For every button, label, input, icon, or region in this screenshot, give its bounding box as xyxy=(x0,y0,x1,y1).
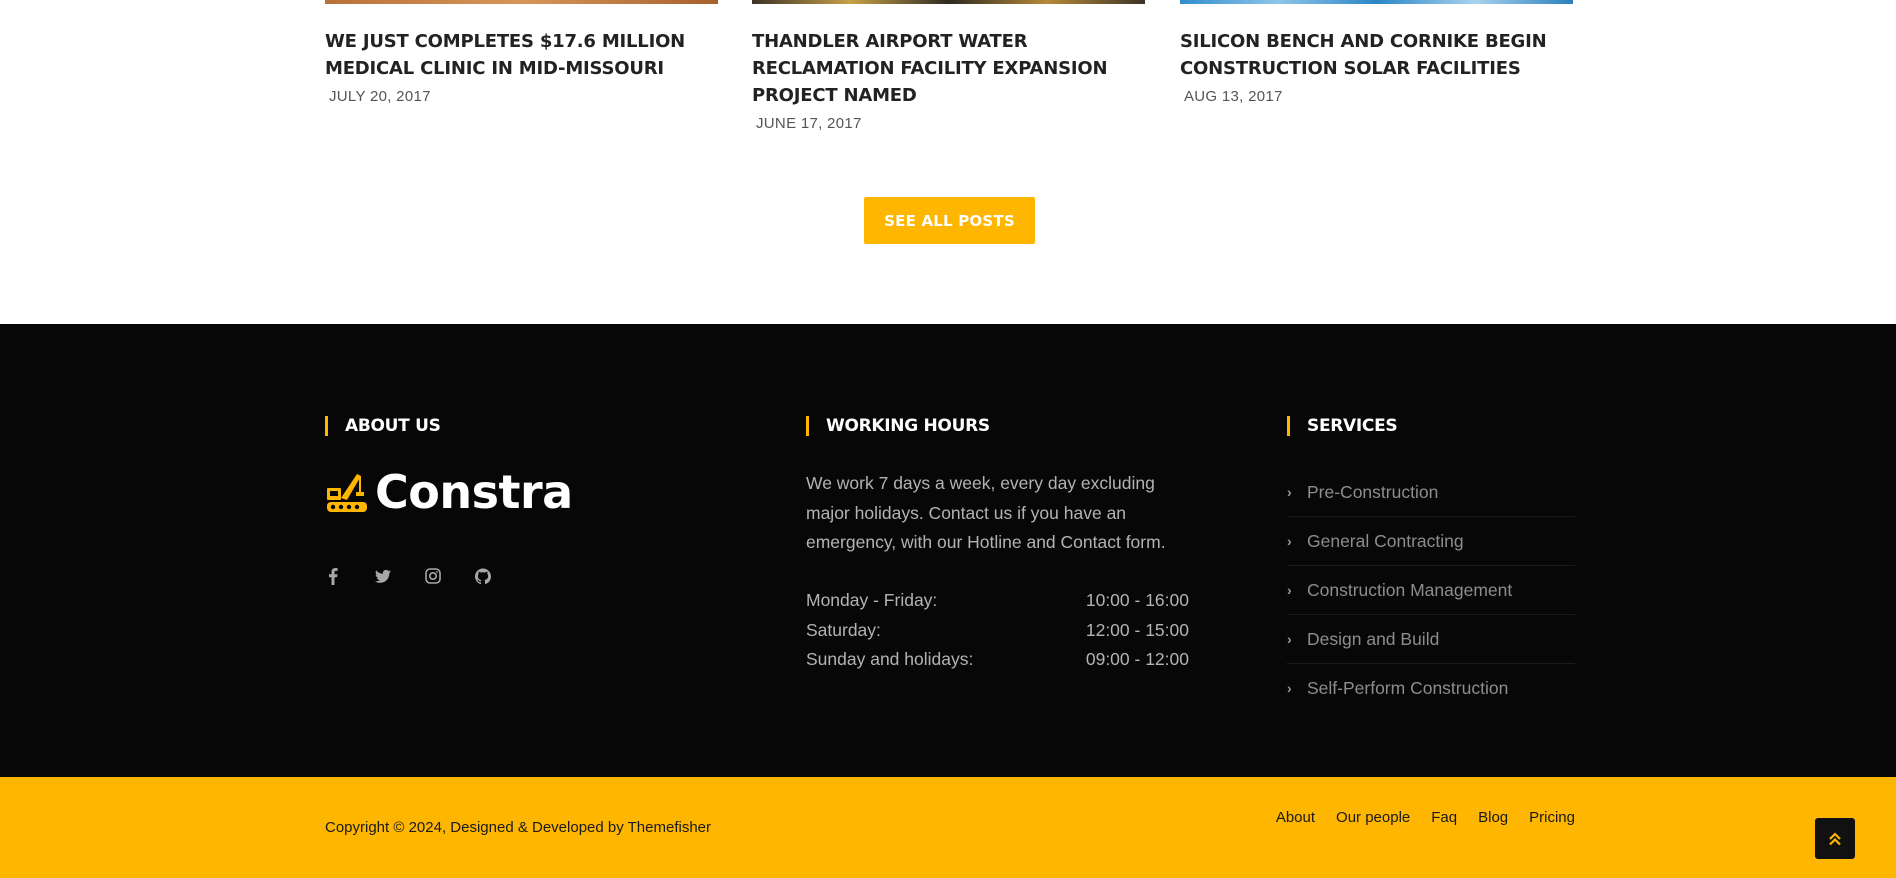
footer-link-our-people[interactable]: Our people xyxy=(1336,809,1410,826)
hours-row: Monday - Friday: 10:00 - 16:00 xyxy=(806,586,1189,616)
back-to-top-button[interactable] xyxy=(1815,818,1855,859)
post-date: AUG 13, 2017 xyxy=(1184,88,1283,105)
working-hours-heading: WORKING HOURS xyxy=(806,415,990,437)
hours-day: Saturday: xyxy=(806,619,881,640)
hours-table: Monday - Friday: 10:00 - 16:00 Saturday:… xyxy=(806,586,1189,675)
facebook-icon[interactable] xyxy=(325,567,341,585)
post-thumbnail[interactable] xyxy=(325,0,718,4)
post-title[interactable]: WE JUST COMPLETES $17.6 MILLION MEDICAL … xyxy=(325,28,718,82)
service-label: Design and Build xyxy=(1307,628,1440,649)
service-label: Pre-Construction xyxy=(1307,481,1439,502)
constra-logo[interactable]: Constra xyxy=(325,465,573,519)
crane-icon xyxy=(327,474,367,512)
chevron-right-icon: › xyxy=(1287,582,1292,598)
post-title[interactable]: SILICON BENCH AND CORNIKE BEGIN CONSTRUC… xyxy=(1180,28,1573,82)
news-section: WE JUST COMPLETES $17.6 MILLION MEDICAL … xyxy=(0,0,1896,324)
hours-time: 12:00 - 15:00 xyxy=(1085,619,1189,640)
hours-row: Sunday and holidays: 09:00 - 12:00 xyxy=(806,645,1189,675)
working-hours-description: We work 7 days a week, every day excludi… xyxy=(806,473,1166,552)
service-label: Construction Management xyxy=(1307,579,1513,600)
post-card[interactable]: WE JUST COMPLETES $17.6 MILLION MEDICAL … xyxy=(325,0,718,105)
service-link[interactable]: › Self-Perform Construction xyxy=(1287,664,1575,712)
post-date: JULY 20, 2017 xyxy=(329,88,431,105)
service-link[interactable]: › Design and Build xyxy=(1287,615,1575,664)
hours-time: 09:00 - 12:00 xyxy=(1085,649,1189,669)
double-chevron-up-icon xyxy=(1829,831,1841,845)
services-list: › Pre-Construction › General Contracting ›… xyxy=(1287,468,1575,712)
footer-link-pricing[interactable]: Pricing xyxy=(1529,809,1575,826)
post-thumbnail[interactable] xyxy=(1180,0,1573,4)
post-card[interactable]: THANDLER AIRPORT WATER RECLAMATION FACIL… xyxy=(752,0,1145,132)
chevron-right-icon: › xyxy=(1287,631,1292,647)
post-thumbnail[interactable] xyxy=(752,0,1145,4)
service-link[interactable]: › Pre-Construction xyxy=(1287,468,1575,517)
post-card[interactable]: SILICON BENCH AND CORNIKE BEGIN CONSTRUC… xyxy=(1180,0,1573,105)
hours-time: 10:00 - 16:00 xyxy=(1085,590,1189,610)
copyright-text: Copyright © 2024, Designed & Developed b… xyxy=(325,819,711,836)
github-icon[interactable] xyxy=(475,567,491,585)
footer-main: ABOUT US Constra WORKING HOURS We work 7… xyxy=(0,324,1896,777)
post-date: JUNE 17, 2017 xyxy=(756,115,862,132)
footer-nav: About Our people Faq Blog Pricing xyxy=(1255,809,1575,826)
service-label: General Contracting xyxy=(1307,530,1464,551)
logo-text: Constra xyxy=(375,465,573,519)
post-title[interactable]: THANDLER AIRPORT WATER RECLAMATION FACIL… xyxy=(752,28,1145,109)
service-link[interactable]: › Construction Management xyxy=(1287,566,1575,615)
see-all-posts-button[interactable]: SEE ALL POSTS xyxy=(864,197,1035,244)
services-heading: SERVICES xyxy=(1287,415,1398,437)
hours-day: Sunday and holidays: xyxy=(806,649,974,669)
footer-link-blog[interactable]: Blog xyxy=(1478,809,1508,826)
hours-row: Saturday: 12:00 - 15:00 xyxy=(806,616,1189,646)
social-links xyxy=(325,567,525,585)
hours-day: Monday - Friday: xyxy=(806,590,938,610)
service-label: Self-Perform Construction xyxy=(1307,677,1509,698)
footer-link-faq[interactable]: Faq xyxy=(1431,809,1457,826)
twitter-icon[interactable] xyxy=(375,567,391,585)
service-link[interactable]: › General Contracting xyxy=(1287,517,1575,566)
footer-link-about[interactable]: About xyxy=(1276,809,1315,826)
instagram-icon[interactable] xyxy=(425,567,441,585)
chevron-right-icon: › xyxy=(1287,484,1292,500)
about-us-heading: ABOUT US xyxy=(325,415,441,437)
chevron-right-icon: › xyxy=(1287,680,1292,696)
copyright-bar: Copyright © 2024, Designed & Developed b… xyxy=(0,777,1896,878)
chevron-right-icon: › xyxy=(1287,533,1292,549)
